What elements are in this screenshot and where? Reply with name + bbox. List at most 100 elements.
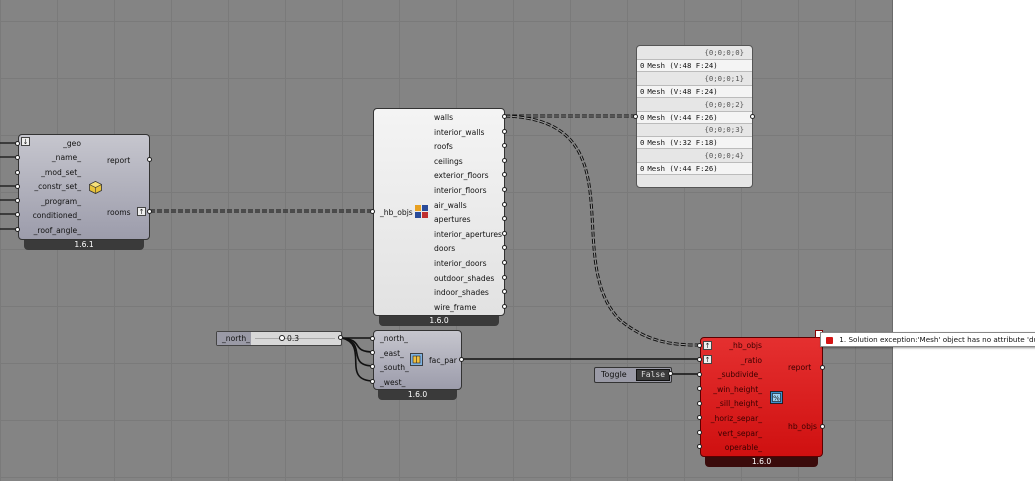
output-interior-apertures[interactable]: interior_apertures	[434, 230, 502, 240]
output-wire-frame[interactable]: wire_frame	[434, 303, 476, 313]
input-win-height[interactable]: _win_height_	[713, 385, 762, 395]
port-dot[interactable]	[750, 114, 755, 119]
panel-path: {0;0;0;3}	[704, 125, 744, 135]
output-apertures[interactable]: apertures	[434, 215, 471, 225]
input-ratio[interactable]: _ratio	[741, 356, 762, 366]
port-dot[interactable]	[697, 430, 702, 435]
port-dot[interactable]	[633, 114, 638, 119]
port-dot[interactable]	[697, 401, 702, 406]
output-report[interactable]: report	[107, 156, 130, 166]
output-indoor-shades[interactable]: indoor_shades	[434, 288, 489, 298]
output-report[interactable]: report	[788, 363, 811, 373]
output-hb-objs[interactable]: hb_objs	[788, 422, 817, 432]
output-ceilings[interactable]: ceilings	[434, 157, 463, 167]
output-rooms[interactable]: rooms	[107, 208, 131, 218]
port-dot[interactable]	[370, 379, 375, 384]
port-dot[interactable]	[15, 198, 20, 203]
deconstruct-object-component[interactable]: _hb_objs walls interior_wallsroofs ceiling…	[373, 108, 505, 316]
output-air-walls[interactable]: air_walls	[434, 201, 467, 211]
input-program[interactable]: _program_	[41, 197, 81, 207]
port-dot[interactable]	[502, 157, 507, 163]
port-dot[interactable]	[15, 184, 20, 189]
input-conditioned[interactable]: conditioned_	[33, 211, 81, 221]
input-subdivide[interactable]: _subdivide_	[718, 370, 762, 380]
input-hb-objs[interactable]: _hb_objs	[380, 208, 413, 218]
port-dot[interactable]	[697, 415, 702, 420]
port-dot[interactable]	[502, 274, 507, 280]
input-horiz-separ[interactable]: _horiz_separ_	[711, 414, 762, 424]
output-fac-par[interactable]: fac_par	[429, 356, 457, 366]
output-interior-walls[interactable]: interior_walls	[434, 128, 484, 138]
port-dot[interactable]	[820, 424, 825, 429]
port-dot[interactable]	[370, 350, 375, 355]
port-dot[interactable]	[697, 386, 702, 391]
slider-handle[interactable]	[279, 335, 285, 341]
port-dot[interactable]	[15, 155, 20, 160]
input-name[interactable]: _name_	[52, 153, 81, 163]
facade-parameter-icon	[410, 353, 423, 366]
aperture-by-ratio-component[interactable]: ↑ ↑ _hb_objs _ratio _subdivide_ _win_hei…	[700, 337, 823, 457]
toggle-value[interactable]: False	[636, 369, 670, 381]
north-slider[interactable]: _north_ 0.3	[216, 331, 342, 346]
data-panel[interactable]: {0;0;0;0} 0 Mesh (V:48 F:24) {0;0;0;1} 0 Mesh…	[636, 45, 753, 188]
grasshopper-canvas[interactable]: ↓ _geo _name_ _mod_set_ _constr_set_ _pr…	[0, 0, 893, 481]
port-dot[interactable]	[502, 187, 507, 192]
port-dot[interactable]	[502, 303, 507, 309]
graft-arrow-icon[interactable]: ↑	[137, 207, 146, 216]
port-dot[interactable]	[147, 209, 152, 214]
input-geo[interactable]: _geo	[63, 139, 81, 149]
honeybee-room-icon	[89, 181, 102, 194]
port-dot[interactable]	[15, 170, 20, 175]
input-constr-set[interactable]: _constr_set_	[34, 182, 81, 192]
graft-arrow-icon[interactable]: ↑	[703, 355, 712, 364]
port-dot[interactable]	[697, 372, 702, 377]
graft-arrow-icon[interactable]: ↑	[703, 341, 712, 350]
hb-room-component[interactable]: ↓ _geo _name_ _mod_set_ _constr_set_ _pr…	[18, 134, 150, 240]
port-dot[interactable]	[502, 114, 507, 119]
panel-path: {0;0;0;1}	[704, 73, 744, 83]
port-dot[interactable]	[820, 365, 825, 370]
port-dot[interactable]	[502, 128, 507, 134]
port-dot[interactable]	[502, 260, 507, 265]
port-dot[interactable]	[370, 336, 375, 341]
port-dot[interactable]	[338, 335, 343, 340]
port-dot[interactable]	[370, 209, 375, 214]
output-doors[interactable]: doors	[434, 244, 455, 254]
output-outdoor-shades[interactable]: outdoor_shades	[434, 274, 494, 284]
input-north[interactable]: _north_	[380, 334, 408, 344]
port-dot[interactable]	[15, 212, 20, 217]
port-dot[interactable]	[697, 444, 702, 449]
port-dot[interactable]	[697, 357, 702, 362]
port-dot[interactable]	[147, 157, 152, 162]
input-west[interactable]: _west_	[380, 378, 405, 388]
panel-index: 0	[640, 164, 645, 174]
input-operable[interactable]: operable_	[725, 443, 762, 453]
deconstruct-object-icon	[415, 205, 428, 218]
port-dot[interactable]	[668, 371, 673, 376]
output-interior-doors[interactable]: interior_doors	[434, 259, 487, 269]
boolean-toggle[interactable]: Toggle False	[594, 367, 672, 383]
port-dot[interactable]	[15, 141, 20, 146]
port-dot[interactable]	[502, 230, 507, 236]
port-dot[interactable]	[502, 201, 507, 207]
port-dot[interactable]	[15, 227, 20, 232]
input-hb-objs[interactable]: _hb_objs	[729, 341, 762, 351]
input-south[interactable]: _south_	[380, 363, 409, 373]
panel-index: 0	[640, 138, 645, 148]
expand-arrow-icon[interactable]: ↓	[21, 137, 30, 146]
output-walls[interactable]: walls	[434, 113, 453, 123]
input-vert-separ[interactable]: vert_separ_	[718, 429, 762, 439]
input-mod-set[interactable]: _mod_set_	[41, 168, 81, 178]
error-message: 1. Solution exception:'Mesh' object has …	[839, 335, 1035, 344]
port-dot[interactable]	[697, 343, 702, 348]
panel-path: {0;0;0;0}	[704, 48, 744, 57]
output-exterior-floors[interactable]: exterior_floors	[434, 171, 489, 181]
input-east[interactable]: _east_	[380, 349, 404, 359]
port-dot[interactable]	[370, 364, 375, 369]
output-interior-floors[interactable]: interior_floors	[434, 186, 487, 196]
input-roof-angle[interactable]: _roof_angle_	[34, 226, 81, 236]
facade-parameter-component[interactable]: _north_ _east_ _south_ _west_ fac_par	[373, 330, 462, 390]
input-sill-height[interactable]: _sill_height_	[716, 399, 762, 409]
port-dot[interactable]	[459, 357, 464, 362]
output-roofs[interactable]: roofs	[434, 142, 453, 152]
